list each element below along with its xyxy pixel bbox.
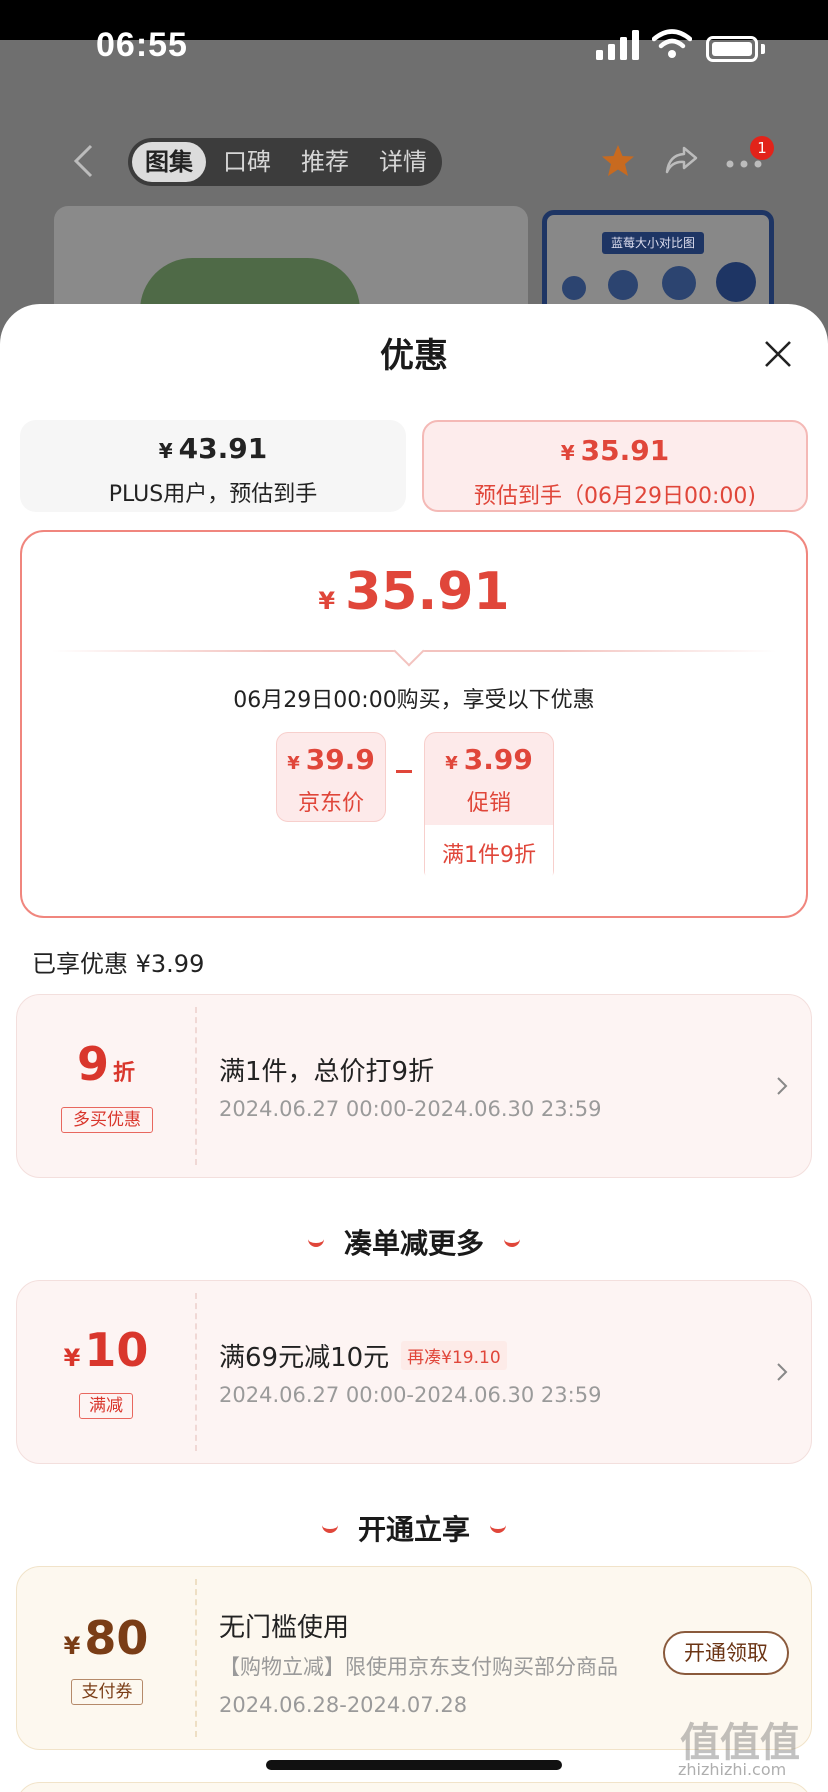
swoosh-icon xyxy=(321,1525,338,1533)
promo-card-multibuy[interactable]: 9折 多买优惠 满1件，总价打9折 2024.06.27 00:00-2024.… xyxy=(16,994,812,1178)
promo-value-unit: 折 xyxy=(113,1061,136,1086)
close-icon[interactable] xyxy=(764,340,792,368)
swoosh-icon xyxy=(307,1239,324,1247)
sheet-title: 优惠 xyxy=(380,336,448,376)
coupon-value: ¥80 xyxy=(17,1611,195,1665)
price-option-plus[interactable]: ¥43.91 PLUS用户，预估到手 xyxy=(20,420,406,512)
currency-symbol: ¥ xyxy=(63,1344,81,1372)
claim-button[interactable]: 开通领取 xyxy=(663,1631,789,1675)
base-price-chip: ¥39.9 京东价 xyxy=(276,732,386,822)
currency-symbol: ¥ xyxy=(318,587,336,615)
promo-value-number: 9 xyxy=(76,1037,109,1091)
tab-gallery[interactable]: 图集 xyxy=(132,142,206,182)
share-icon[interactable] xyxy=(664,144,698,176)
thumbnail-label: 蓝莓大小对比图 xyxy=(602,232,704,254)
next-coupon-card[interactable] xyxy=(16,1782,812,1792)
option-label: PLUS用户，预估到手 xyxy=(108,482,318,507)
swoosh-icon xyxy=(504,1239,520,1247)
chip-value-number: 39.9 xyxy=(305,743,375,776)
blueberry-image xyxy=(562,276,586,300)
promo-title: 满69元减10元 再凑¥19.10 xyxy=(219,1337,507,1374)
divider-notch xyxy=(393,635,425,667)
promo-value-number: 10 xyxy=(84,1323,149,1377)
chevron-right-icon[interactable] xyxy=(775,1361,789,1383)
enjoyed-discount-label: 已享优惠 ¥3.99 xyxy=(32,950,205,978)
coupon-tag: 支付券 xyxy=(71,1679,143,1705)
currency-symbol: ¥ xyxy=(287,753,300,774)
tab-details[interactable]: 详情 xyxy=(366,138,440,186)
promo-period: 2024.06.27 00:00-2024.06.30 23:59 xyxy=(219,1097,602,1121)
option-price: ¥35.91 xyxy=(424,434,806,467)
card-divider xyxy=(195,1579,197,1737)
blueberry-image xyxy=(662,266,696,300)
product-tabs: 图集 口碑 推荐 详情 xyxy=(128,138,442,186)
coupon-description: 【购物立减】限使用京东支付购买部分商品 xyxy=(219,1655,618,1679)
promo-value: 9折 xyxy=(17,1037,195,1091)
promo-value: ¥10 xyxy=(17,1323,195,1377)
coupon-value-number: 80 xyxy=(84,1611,149,1665)
cellular-signal-icon xyxy=(596,30,639,60)
tab-recommend[interactable]: 推荐 xyxy=(288,138,362,186)
more-icon[interactable] xyxy=(726,160,762,168)
promo-title-text: 满69元减10元 xyxy=(219,1343,390,1373)
add-more-tag: 再凑¥19.10 xyxy=(401,1341,507,1370)
tab-reviews[interactable]: 口碑 xyxy=(210,138,284,186)
final-price: ¥35.91 xyxy=(22,562,806,622)
purchase-note: 06月29日00:00购买，享受以下优惠 xyxy=(233,688,595,713)
battery-icon xyxy=(706,36,758,62)
coupon-period: 2024.06.28-2024.07.28 xyxy=(219,1693,468,1717)
final-price-value: 35.91 xyxy=(345,562,510,622)
section-title-text: 开通立享 xyxy=(357,1513,470,1546)
chip-value: ¥3.99 xyxy=(425,743,553,776)
option-price: ¥43.91 xyxy=(20,432,406,465)
currency-symbol: ¥ xyxy=(560,441,575,465)
promo-period: 2024.06.27 00:00-2024.06.30 23:59 xyxy=(219,1383,602,1407)
chip-label: 促销 xyxy=(466,791,511,816)
chip-value: ¥39.9 xyxy=(277,743,385,776)
favorite-star-icon[interactable] xyxy=(600,144,636,178)
chip-condition: 满1件9折 xyxy=(442,843,536,868)
back-arrow-icon[interactable] xyxy=(72,143,94,179)
section-title-text: 凑单减更多 xyxy=(343,1227,484,1260)
chip-label: 京东价 xyxy=(297,791,364,816)
home-indicator[interactable] xyxy=(266,1760,562,1770)
promo-title: 满1件，总价打9折 xyxy=(219,1057,435,1087)
blueberry-image xyxy=(716,262,756,302)
option-price-value: 35.91 xyxy=(580,434,670,467)
status-time: 06:55 xyxy=(96,26,188,64)
chevron-right-icon[interactable] xyxy=(775,1075,789,1097)
battery-cap xyxy=(761,44,765,54)
promo-tag: 满减 xyxy=(79,1393,133,1419)
notification-badge: 1 xyxy=(750,136,774,160)
section-title: 凑单减更多 xyxy=(0,1222,828,1262)
wifi-icon xyxy=(652,29,692,58)
minus-sign xyxy=(396,770,412,773)
price-calculation-box: ¥35.91 06月29日00:00购买，享受以下优惠 ¥39.9 京东价 ¥3… xyxy=(20,530,808,918)
promo-tag: 多买优惠 xyxy=(61,1107,153,1133)
price-option-estimated[interactable]: ¥35.91 预估到手（06月29日00:00) xyxy=(422,420,808,512)
promo-card-full-reduction[interactable]: ¥10 满减 满69元减10元 再凑¥19.10 2024.06.27 00:00… xyxy=(16,1280,812,1464)
blueberry-image xyxy=(608,270,638,300)
card-divider xyxy=(195,1007,197,1165)
currency-symbol: ¥ xyxy=(158,439,173,463)
discount-sheet: 优惠 ¥43.91 PLUS用户，预估到手 ¥35.91 预估到手（06月29日… xyxy=(0,304,828,1792)
chip-value-number: 3.99 xyxy=(463,743,533,776)
option-label: 预估到手（06月29日00:00) xyxy=(474,484,756,509)
section-title: 开通立享 xyxy=(0,1508,828,1548)
option-price-value: 43.91 xyxy=(178,432,268,465)
watermark-url: zhizhizhi.com xyxy=(678,1760,787,1779)
swoosh-icon xyxy=(490,1525,506,1533)
currency-symbol: ¥ xyxy=(445,753,458,774)
coupon-title: 无门槛使用 xyxy=(219,1613,350,1643)
card-divider xyxy=(195,1293,197,1451)
promotion-chip: ¥3.99 促销 满1件9折 xyxy=(424,732,554,885)
currency-symbol: ¥ xyxy=(63,1632,81,1660)
